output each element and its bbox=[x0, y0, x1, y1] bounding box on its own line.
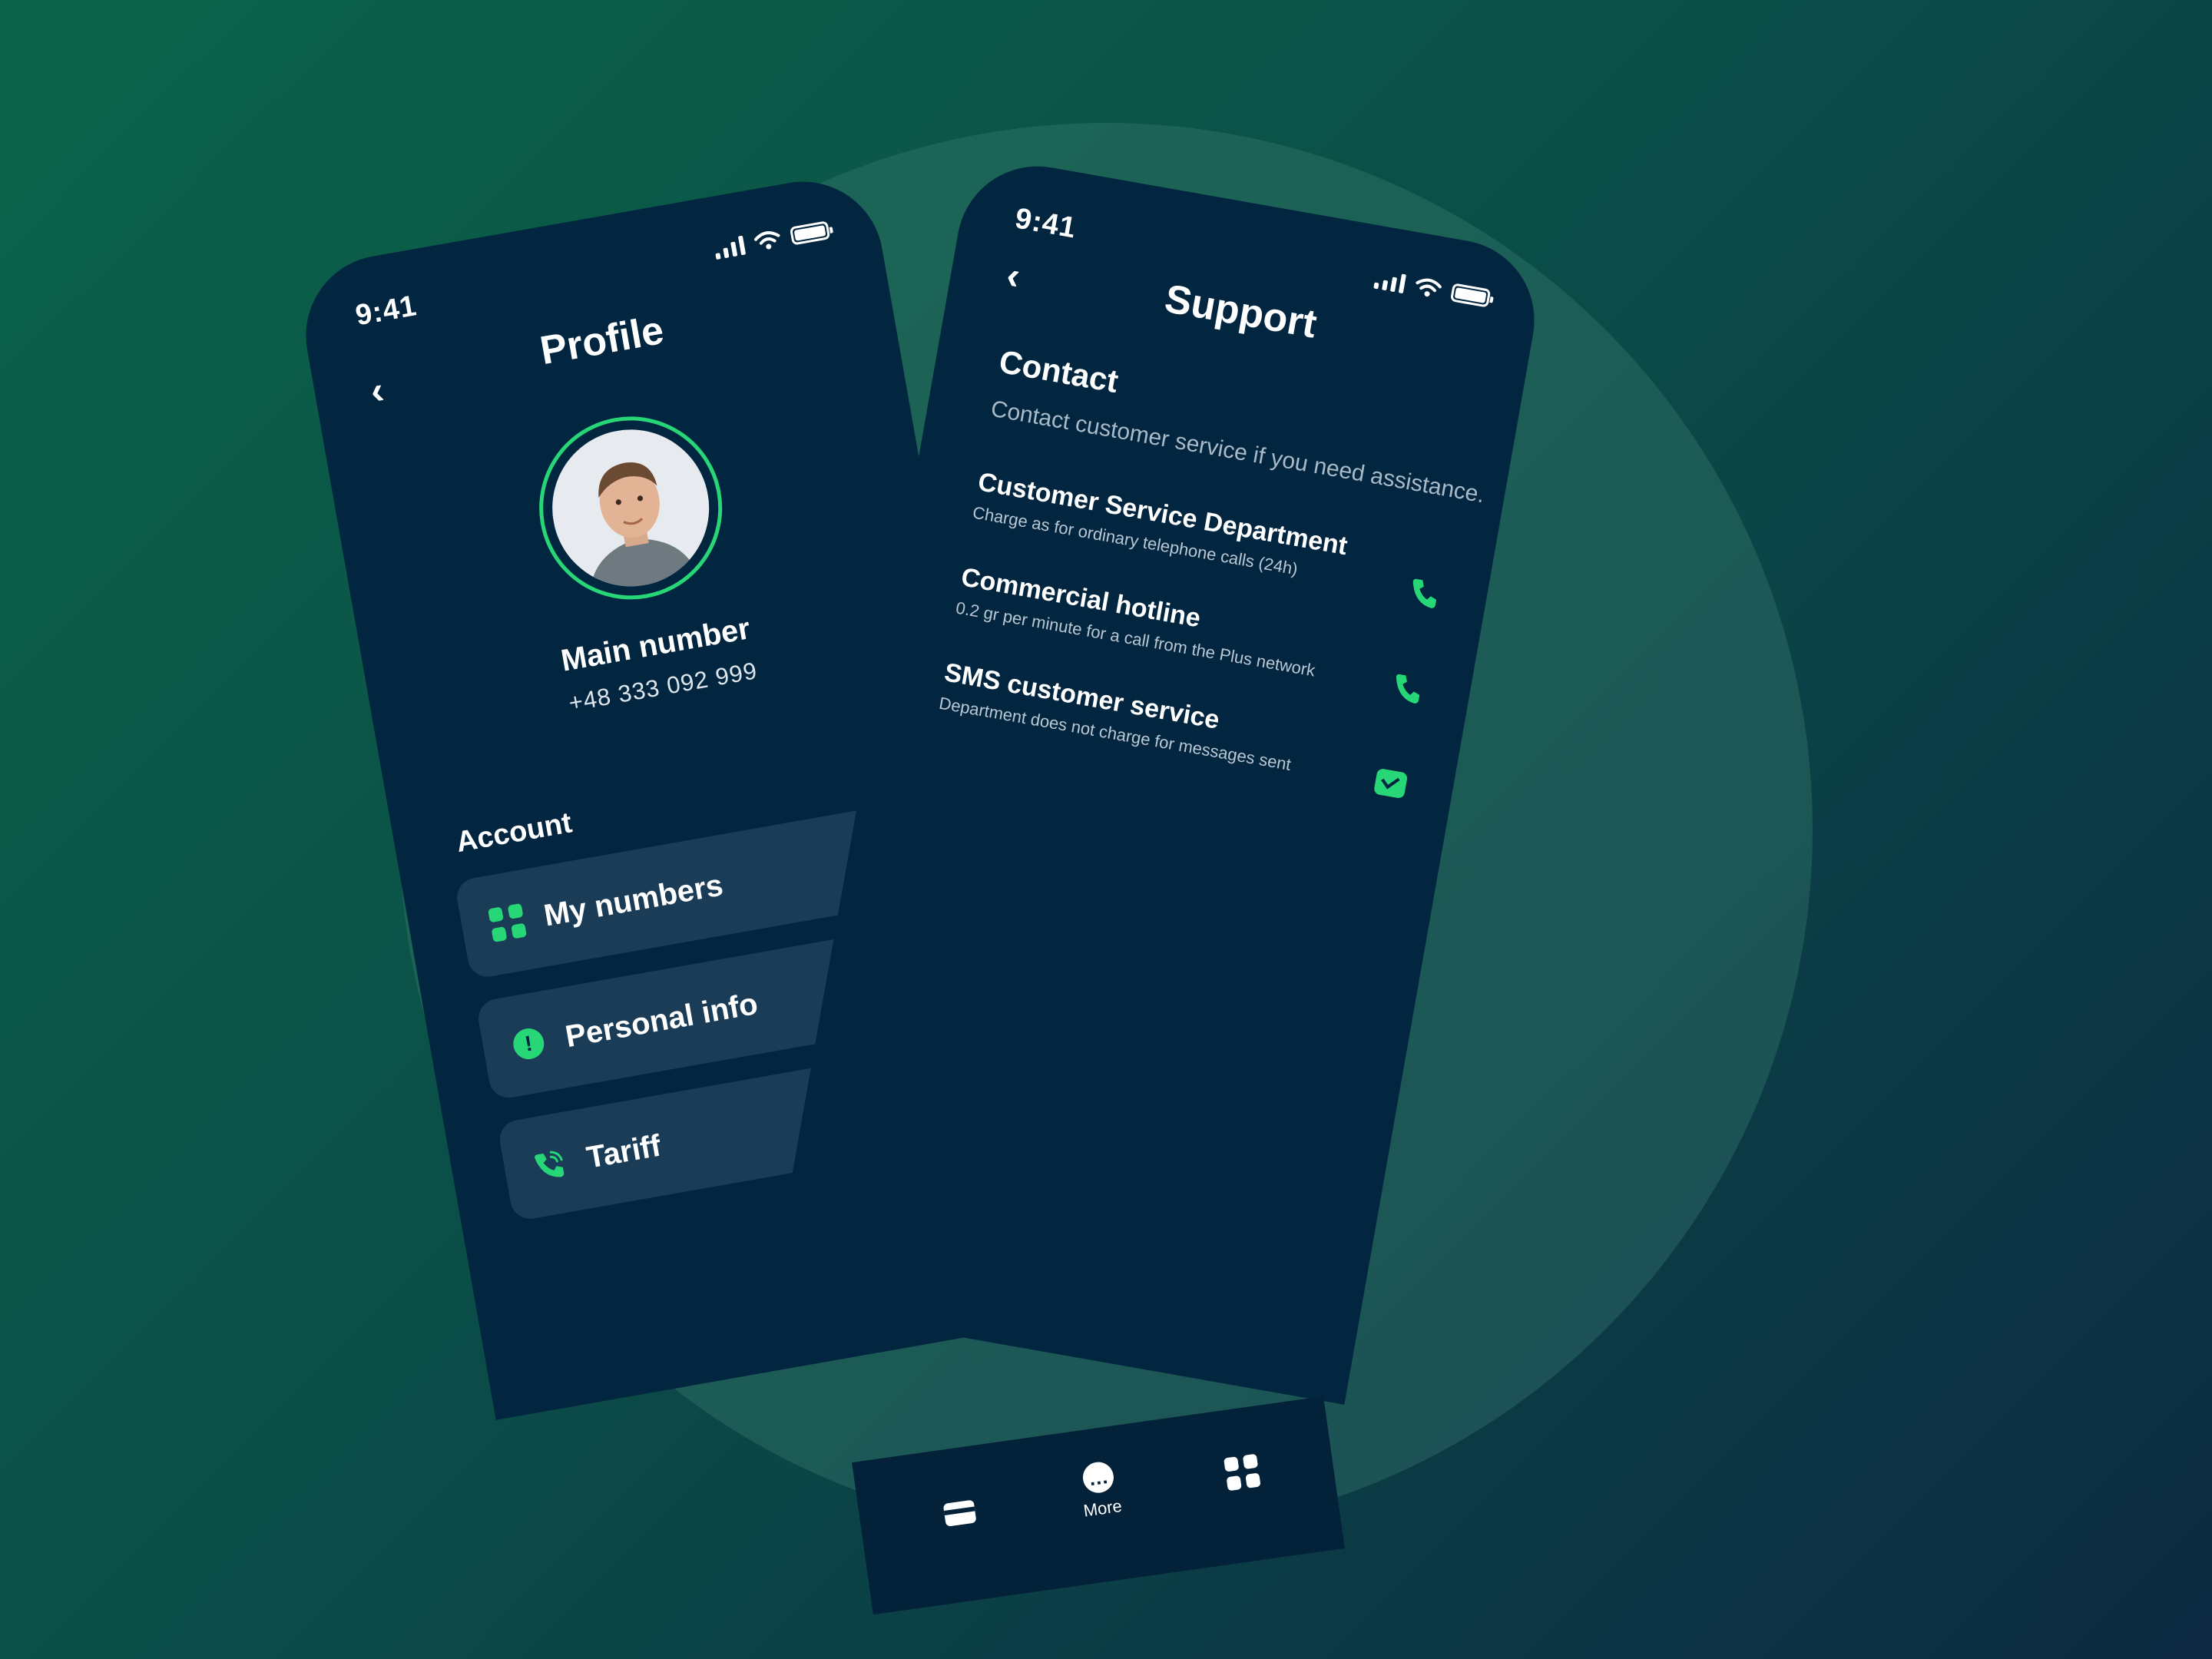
avatar-photo bbox=[540, 417, 722, 599]
battery-icon bbox=[789, 220, 831, 246]
contact-section-title: Contact bbox=[996, 343, 1121, 400]
tab-label: More bbox=[1082, 1495, 1124, 1521]
wifi-icon bbox=[753, 231, 780, 250]
status-time: 9:41 bbox=[353, 290, 419, 333]
signal-icon bbox=[1373, 269, 1407, 294]
wifi-icon bbox=[1416, 278, 1442, 297]
phone-icon[interactable] bbox=[1404, 572, 1445, 613]
grid-icon bbox=[487, 902, 528, 943]
status-icons bbox=[713, 220, 831, 260]
signal-icon bbox=[713, 235, 747, 260]
tab-cards[interactable] bbox=[942, 1499, 977, 1527]
phone-icon[interactable] bbox=[1387, 667, 1428, 708]
mail-icon[interactable] bbox=[1370, 763, 1411, 803]
info-icon: ! bbox=[508, 1023, 549, 1064]
avatar bbox=[525, 402, 737, 614]
page-title: Profile bbox=[537, 307, 667, 374]
account-section-label: Account bbox=[453, 806, 575, 859]
grid-icon bbox=[1224, 1453, 1261, 1492]
battery-icon bbox=[1449, 283, 1492, 308]
tab-services[interactable] bbox=[1224, 1453, 1261, 1492]
status-time: 9:41 bbox=[1012, 202, 1079, 245]
tab-more[interactable]: … More bbox=[1077, 1459, 1123, 1521]
card-icon bbox=[942, 1499, 977, 1527]
phone-signal-icon bbox=[529, 1144, 570, 1185]
more-icon: … bbox=[1081, 1460, 1116, 1495]
status-icons bbox=[1373, 269, 1492, 309]
